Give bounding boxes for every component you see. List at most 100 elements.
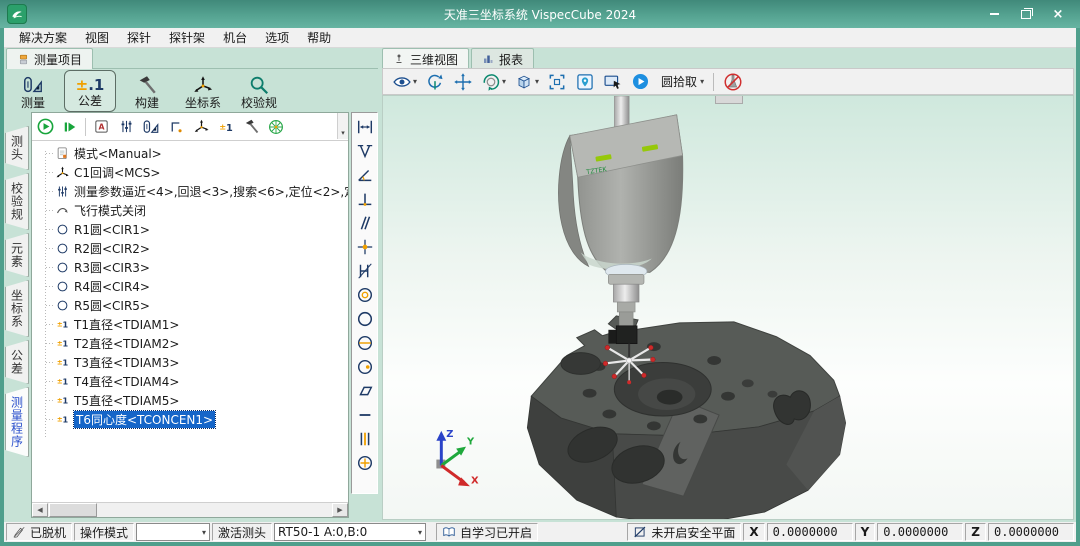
measure-params-button[interactable]	[115, 116, 137, 138]
gdt-angle-button[interactable]	[354, 164, 375, 185]
tree-item-fly-mode[interactable]: 飞行模式关闭	[38, 201, 348, 220]
ribbon-measure-button[interactable]: 测量	[8, 71, 58, 111]
op-mode-select[interactable]: ▾	[136, 523, 210, 541]
gdt-flatness-button[interactable]	[354, 380, 375, 401]
measure-tool-button[interactable]	[140, 116, 162, 138]
splitter-handle[interactable]	[715, 96, 743, 104]
tree-horizontal-scrollbar[interactable]: ◀ ▶	[32, 502, 348, 517]
ribbon-gauge-button[interactable]: 校验规	[234, 71, 284, 111]
view-locate-button[interactable]	[572, 70, 598, 93]
view-pan-button[interactable]	[450, 70, 476, 93]
side-tab-strip: 测头 校验规 元素 坐标系 公差 测量程序	[5, 114, 29, 516]
chevron-down-icon[interactable]: ▾	[700, 77, 704, 86]
menu-machine[interactable]: 机台	[214, 27, 256, 48]
rotate-icon	[425, 72, 445, 92]
corner-tool-button[interactable]	[165, 116, 187, 138]
menu-options[interactable]: 选项	[256, 27, 298, 48]
ribbon-construct-button[interactable]: 构建	[122, 71, 172, 111]
view-cube-button[interactable]: ▾	[511, 70, 542, 93]
scroll-right-button[interactable]: ▶	[332, 503, 348, 517]
hammer-icon	[135, 74, 159, 96]
probe-star-button[interactable]	[265, 116, 287, 138]
gdt-position-target-button[interactable]	[354, 236, 375, 257]
toolbar-overflow-button[interactable]: ▾	[337, 113, 348, 139]
tree-item-tdiam1[interactable]: T1直径<TDIAM1>	[38, 315, 348, 334]
scrollbar-thumb[interactable]	[49, 503, 97, 517]
program-tree-panel: ▾ 模式<Manual> C1回调<MCS> 测量参数逼近<4>,回退<3>,搜…	[31, 112, 349, 518]
tab-3d-view[interactable]: 三维视图	[382, 48, 469, 69]
gdt-angle-vee-button[interactable]	[354, 140, 375, 161]
tab-report[interactable]: 报表	[471, 48, 534, 69]
gdt-parallelism-button[interactable]	[354, 212, 375, 233]
gdt-runout-button[interactable]	[354, 356, 375, 377]
gdt-perpendicularity-button[interactable]	[354, 188, 375, 209]
gdt-position-button[interactable]	[354, 452, 375, 473]
view-play-button[interactable]	[628, 70, 653, 93]
chevron-down-icon[interactable]: ▾	[502, 77, 506, 86]
tree-item-measure-params[interactable]: 测量参数逼近<4>,回退<3>,搜索<6>,定位<2>,定位加<2>,测	[38, 182, 348, 201]
tolerance-icon	[54, 393, 70, 409]
minimize-button[interactable]	[986, 7, 1002, 21]
tab-measure-project[interactable]: 测量项目	[6, 48, 93, 69]
coordsys-tool-button[interactable]	[190, 116, 212, 138]
side-tab-tolerance[interactable]: 公差	[5, 340, 29, 384]
viewport-3d[interactable]: TZTEK	[382, 95, 1074, 520]
safety-plane-status[interactable]: 未开启安全平面	[627, 523, 741, 541]
view-screen-pick-button[interactable]	[600, 70, 626, 93]
probe-display-toggle-button[interactable]	[720, 70, 746, 93]
ribbon-coordsys-button[interactable]: 坐标系	[178, 71, 228, 111]
circle-icon	[54, 222, 70, 238]
tree-toolbar: ▾	[32, 113, 348, 141]
self-learn-status[interactable]: 自学习已开启	[436, 523, 538, 541]
circle-icon	[54, 241, 70, 257]
active-probe-select[interactable]: RT50-1 A:0,B:0 ▾	[274, 523, 426, 541]
probe-disabled-icon	[723, 72, 743, 92]
run-program-button[interactable]	[34, 116, 56, 138]
side-tab-gauge[interactable]: 校验规	[5, 173, 29, 230]
menu-probe-rack[interactable]: 探针架	[160, 27, 214, 48]
tree-item-cir3[interactable]: R3圆<CIR3>	[38, 258, 348, 277]
tree-item-cir1[interactable]: R1圆<CIR1>	[38, 220, 348, 239]
gdt-symmetry-button[interactable]	[354, 428, 375, 449]
circle-pick-dropdown[interactable]: 圆拾取 ▾	[655, 70, 707, 93]
tree-item-cir4[interactable]: R4圆<CIR4>	[38, 277, 348, 296]
viewport-3d-scene[interactable]: TZTEK	[383, 96, 1073, 519]
tolerance-tool-button[interactable]	[215, 116, 237, 138]
tree-item-tdiam5[interactable]: T5直径<TDIAM5>	[38, 391, 348, 410]
side-tab-probe[interactable]: 测头	[5, 126, 29, 170]
ribbon-tolerance-button[interactable]: ±.1 公差	[64, 70, 116, 112]
construct-tool-button[interactable]	[240, 116, 262, 138]
side-tab-program[interactable]: 测量程序	[5, 387, 29, 457]
gdt-roundness-button[interactable]	[354, 308, 375, 329]
tree-item-cir5[interactable]: R5圆<CIR5>	[38, 296, 348, 315]
tree-item-tdiam4[interactable]: T4直径<TDIAM4>	[38, 372, 348, 391]
gdt-straightness-button[interactable]	[354, 404, 375, 425]
view-orbit-button[interactable]: ▾	[478, 70, 509, 93]
side-tab-coordsys[interactable]: 坐标系	[5, 280, 29, 337]
tree-item-c1-recall[interactable]: C1回调<MCS>	[38, 163, 348, 182]
gdt-concentricity-button[interactable]	[354, 284, 375, 305]
view-eye-button[interactable]: ▾	[389, 70, 420, 93]
maximize-button[interactable]	[1018, 7, 1034, 21]
label-tool-button[interactable]	[90, 116, 112, 138]
gdt-distance-button[interactable]	[354, 116, 375, 137]
menu-help[interactable]: 帮助	[298, 27, 340, 48]
tree-item-tconcen1[interactable]: T6同心度<TCONCEN1>	[38, 410, 348, 429]
view-rotate-button[interactable]	[422, 70, 448, 93]
side-tab-element[interactable]: 元素	[5, 233, 29, 277]
chevron-down-icon[interactable]: ▾	[413, 77, 417, 86]
gdt-profile-button[interactable]	[354, 260, 375, 281]
tree-item-tdiam2[interactable]: T2直径<TDIAM2>	[38, 334, 348, 353]
close-button[interactable]: ×	[1050, 7, 1066, 21]
tree-item-tdiam3[interactable]: T3直径<TDIAM3>	[38, 353, 348, 372]
menu-solution[interactable]: 解决方案	[10, 27, 76, 48]
tree-item-cir2[interactable]: R2圆<CIR2>	[38, 239, 348, 258]
gdt-symmetry-circle-button[interactable]	[354, 332, 375, 353]
view-fit-button[interactable]	[544, 70, 570, 93]
menu-view[interactable]: 视图	[76, 27, 118, 48]
menu-probe[interactable]: 探针	[118, 27, 160, 48]
scroll-left-button[interactable]: ◀	[32, 503, 48, 517]
tree-item-mode[interactable]: 模式<Manual>	[38, 144, 348, 163]
chevron-down-icon[interactable]: ▾	[535, 77, 539, 86]
step-run-button[interactable]	[59, 116, 81, 138]
